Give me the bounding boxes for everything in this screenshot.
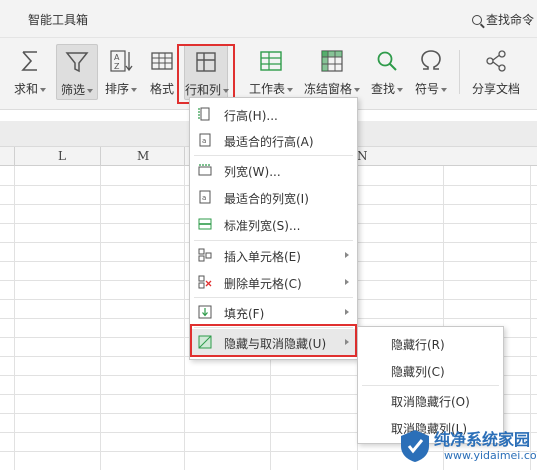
worksheet-label: 工作表 <box>248 82 285 96</box>
find-label: 查找 <box>370 82 395 96</box>
column-width-icon <box>198 164 212 176</box>
sort-button[interactable]: A Z 排序 <box>101 44 141 100</box>
svg-text:a: a <box>202 137 206 145</box>
chevron-down-icon <box>287 87 293 92</box>
chevron-right-icon <box>345 252 349 258</box>
sum-label: 求和 <box>13 82 38 96</box>
chevron-down-icon <box>441 87 447 92</box>
submenu-item-label: 取消隐藏行(O) <box>391 395 470 409</box>
chevron-down-icon <box>131 87 137 92</box>
chevron-down-icon <box>397 87 403 92</box>
menu-item-label: 插入单元格(E) <box>224 250 301 264</box>
menu-item-column-width[interactable]: 列宽(W)... <box>190 157 357 183</box>
menu-item-label: 删除单元格(C) <box>224 277 302 291</box>
menu-item-label: 列宽(W)... <box>224 165 281 179</box>
menu-divider <box>362 385 499 386</box>
freeze-panes-icon <box>321 50 343 72</box>
funnel-icon <box>65 52 89 73</box>
sum-button[interactable]: 求和 <box>10 44 50 100</box>
chevron-down-icon <box>40 87 46 92</box>
svg-text:a: a <box>202 194 206 202</box>
insert-cells-icon <box>198 248 212 262</box>
submenu-item-label: 隐藏行(R) <box>391 338 445 352</box>
menu-item-label: 填充(F) <box>224 307 265 321</box>
freeze-label: 冻结窗格 <box>303 82 352 96</box>
sigma-icon <box>21 51 37 71</box>
site-watermark: 纯净系统家园 www.yidaimei.com <box>390 424 537 468</box>
filter-label: 筛选 <box>60 83 85 97</box>
sort-label: 排序 <box>104 82 129 96</box>
share-doc-button[interactable]: 分享文档 <box>468 44 524 100</box>
autofit-column-icon: a <box>199 190 211 204</box>
row-height-icon <box>198 107 210 121</box>
command-search[interactable]: 查找命令 <box>472 11 534 28</box>
menu-item-insert-cells[interactable]: 插入单元格(E) <box>190 242 357 268</box>
share-label: 分享文档 <box>471 82 520 96</box>
submenu-item-label: 隐藏列(C) <box>391 365 445 379</box>
column-header-l[interactable]: L <box>58 149 66 163</box>
menu-item-row-height[interactable]: 行高(H)... <box>190 101 357 127</box>
chevron-right-icon <box>345 279 349 285</box>
svg-text:A: A <box>114 53 120 62</box>
column-header-m[interactable]: M <box>137 149 149 163</box>
menu-item-label: 最适合的列宽(I) <box>224 192 309 206</box>
menu-item-fill[interactable]: 填充(F) <box>190 299 357 325</box>
column-header-n[interactable]: N <box>357 149 368 163</box>
freeze-panes-button[interactable]: 冻结窗格 <box>303 44 361 100</box>
symbol-button[interactable]: 符号 <box>412 44 450 100</box>
toolbar-divider <box>459 50 460 94</box>
menu-divider <box>194 297 353 298</box>
filter-button[interactable]: 筛选 <box>56 44 98 100</box>
svg-text:Z: Z <box>114 62 120 71</box>
share-icon <box>486 50 506 72</box>
chevron-down-icon <box>354 87 360 92</box>
menu-item-label: 最适合的行高(A) <box>224 135 314 149</box>
sort-az-icon: A Z <box>110 50 133 72</box>
submenu-item-unhide-rows[interactable]: 取消隐藏行(O) <box>358 387 503 413</box>
symbol-label: 符号 <box>414 82 439 96</box>
menu-item-standard-width[interactable]: 标准列宽(S)... <box>190 211 357 237</box>
chevron-down-icon <box>87 88 93 93</box>
watermark-url: www.yidaimei.com <box>444 449 537 462</box>
chevron-right-icon <box>345 309 349 315</box>
magnifier-icon <box>377 51 397 71</box>
rowcol-highlight-box <box>177 44 235 104</box>
table-format-icon <box>151 52 173 70</box>
menu-item-delete-cells[interactable]: 删除单元格(C) <box>190 269 357 295</box>
submenu-item-hide-columns[interactable]: 隐藏列(C) <box>358 357 503 383</box>
shield-logo-icon <box>401 430 429 462</box>
search-icon <box>472 15 482 25</box>
menu-divider <box>194 240 353 241</box>
watermark-brand: 纯净系统家园 <box>434 430 531 449</box>
menu-item-autofit-row-height[interactable]: a 最适合的行高(A) <box>190 127 357 153</box>
omega-icon <box>421 50 441 70</box>
menu-item-label: 标准列宽(S)... <box>224 219 301 233</box>
worksheet-button[interactable]: 工作表 <box>248 44 294 100</box>
tab-smart-toolbox[interactable]: 智能工具箱 <box>28 11 88 28</box>
format-button[interactable]: 格式 <box>144 44 180 100</box>
autofit-row-icon: a <box>199 133 211 147</box>
delete-cells-icon <box>198 275 212 289</box>
find-button[interactable]: 查找 <box>368 44 406 100</box>
menu-divider <box>194 155 353 156</box>
hide-unhide-highlight-box <box>190 324 357 357</box>
worksheet-icon <box>260 51 282 71</box>
fill-down-icon <box>198 305 212 319</box>
menu-item-autofit-column-width[interactable]: a 最适合的列宽(I) <box>190 184 357 210</box>
standard-width-icon <box>198 218 212 230</box>
row-col-menu: 行高(H)... a 最适合的行高(A) 列宽(W)... a 最适合的列宽(I… <box>189 97 358 360</box>
submenu-item-hide-rows[interactable]: 隐藏行(R) <box>358 330 503 356</box>
search-label: 查找命令 <box>486 13 535 27</box>
menu-item-label: 行高(H)... <box>224 109 278 123</box>
format-label: 格式 <box>149 82 174 96</box>
title-bar: 智能工具箱 查找命令 <box>0 0 537 38</box>
